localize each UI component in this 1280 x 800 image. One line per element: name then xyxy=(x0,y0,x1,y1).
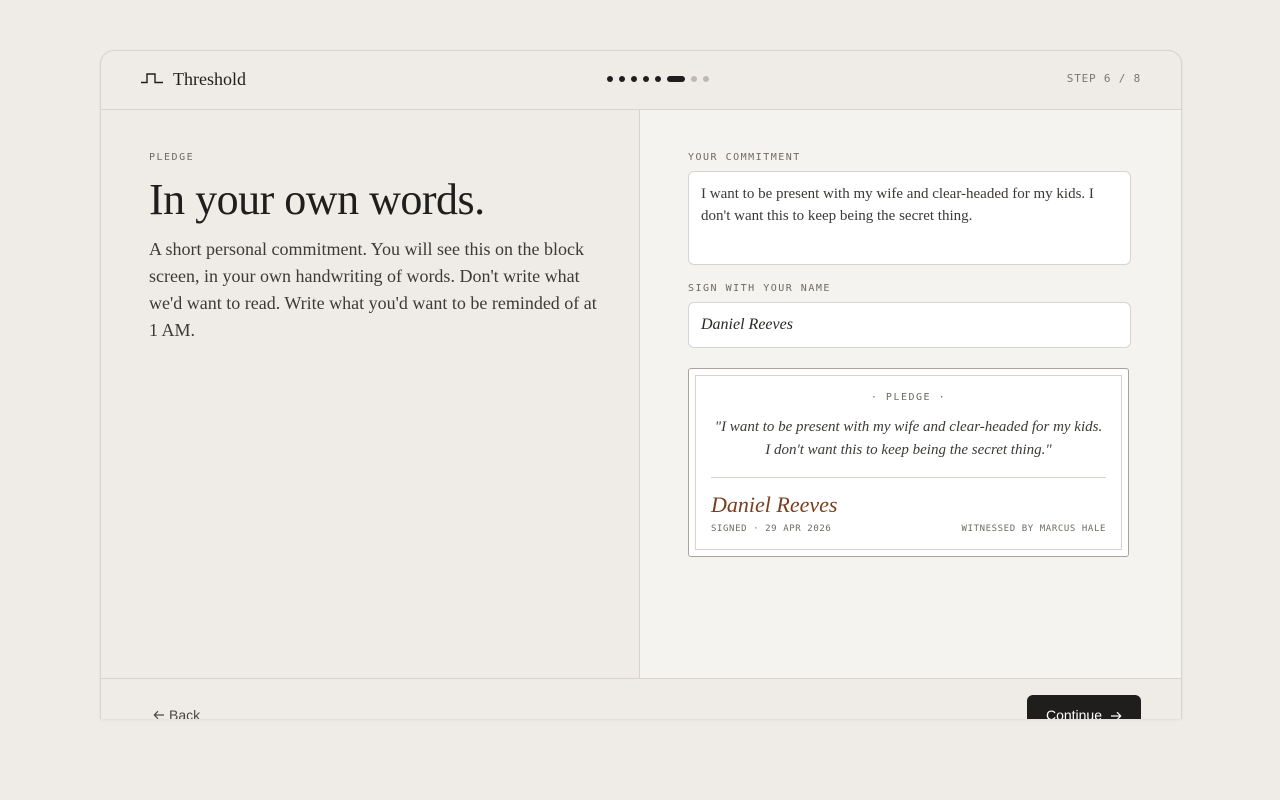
continue-button[interactable]: Continue xyxy=(1026,695,1141,719)
arrow-right-icon xyxy=(1110,707,1122,719)
footer-nav: Back Continue xyxy=(101,678,1181,719)
app-window: Threshold STEP 6 / 8 PLEDGE In your own … xyxy=(100,50,1182,719)
progress-step-1 xyxy=(607,76,613,82)
brand[interactable]: Threshold xyxy=(141,69,246,90)
progress-step-2 xyxy=(619,76,625,82)
back-button[interactable]: Back xyxy=(153,707,200,719)
section-eyebrow: PLEDGE xyxy=(149,152,195,163)
progress-step-8 xyxy=(703,76,709,82)
step-counter: STEP 6 / 8 xyxy=(1066,72,1141,85)
progress-indicator xyxy=(607,76,709,82)
intro-panel: PLEDGE In your own words. A short person… xyxy=(101,110,640,678)
progress-step-5 xyxy=(655,76,661,82)
arrow-left-icon xyxy=(153,707,165,719)
continue-label: Continue xyxy=(1045,707,1102,719)
commitment-label: YOUR COMMITMENT xyxy=(688,152,801,163)
signature-input[interactable]: Daniel Reeves xyxy=(688,302,1131,348)
pledge-signed-date: SIGNED · 29 APR 2026 xyxy=(711,524,832,534)
progress-step-7 xyxy=(691,76,697,82)
pledge-witness: WITNESSED BY MARCUS HALE xyxy=(961,524,1106,534)
form-panel: YOUR COMMITMENT I want to be present wit… xyxy=(640,110,1181,678)
brand-name: Threshold xyxy=(173,69,246,89)
pledge-card-eyebrow: · PLEDGE · xyxy=(870,392,947,403)
header: Threshold STEP 6 / 8 xyxy=(101,51,1181,110)
pledge-quote: "I want to be present with my wife and c… xyxy=(714,419,1103,458)
pledge-preview-card: · PLEDGE · "I want to be present with my… xyxy=(688,368,1129,557)
commitment-textarea[interactable]: I want to be present with my wife and cl… xyxy=(688,171,1131,265)
page-title: In your own words. xyxy=(149,175,485,224)
back-label: Back xyxy=(169,707,201,719)
signature-label: SIGN WITH YOUR NAME xyxy=(688,283,831,294)
progress-step-3 xyxy=(631,76,637,82)
page-description: A short personal commitment. You will se… xyxy=(149,239,597,340)
pledge-card-frame: · PLEDGE · "I want to be present with my… xyxy=(695,375,1122,550)
threshold-logo-icon xyxy=(141,71,163,89)
pledge-divider xyxy=(711,477,1106,478)
progress-step-4 xyxy=(643,76,649,82)
pledge-signature: Daniel Reeves xyxy=(711,492,838,517)
progress-step-6 xyxy=(667,76,685,82)
